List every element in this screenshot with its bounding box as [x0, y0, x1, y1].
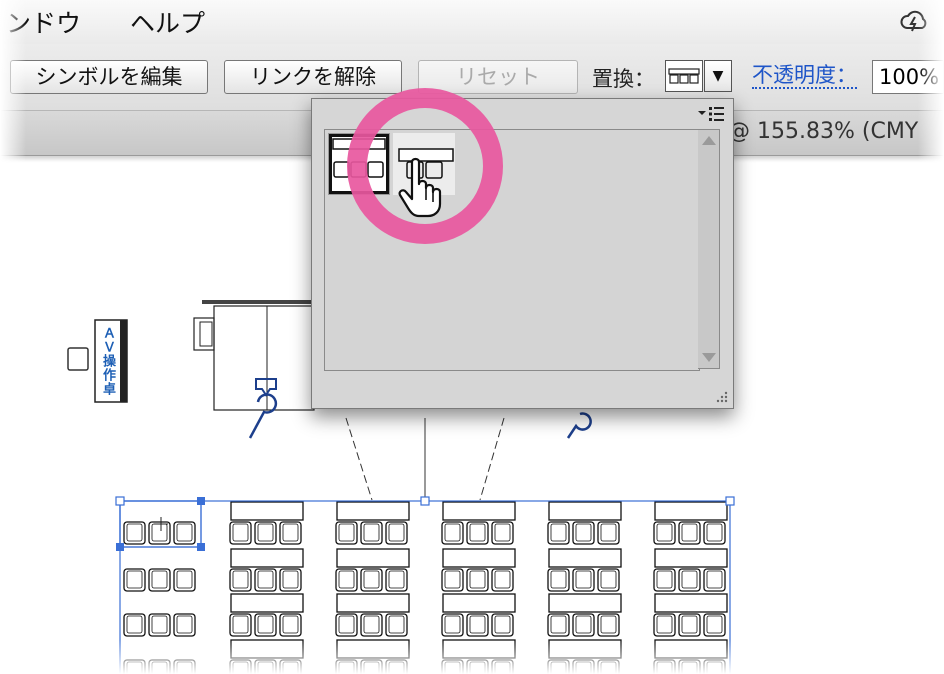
seat-row-instance[interactable] [653, 639, 728, 674]
menu-bar: ンドウ ヘルプ [0, 0, 944, 44]
seat-row-instance[interactable] [335, 639, 410, 674]
seat-row-instance[interactable] [123, 659, 196, 674]
seat-row-instance[interactable] [229, 593, 304, 637]
selection-bounds [119, 500, 731, 674]
seat-row-swatch-icon [668, 68, 700, 84]
seat-row-instance[interactable] [441, 639, 516, 674]
opacity-link[interactable]: 不透明度： [752, 63, 857, 89]
edit-symbol-button[interactable]: シンボルを編集 [10, 60, 208, 94]
seat-row-instance[interactable] [547, 639, 622, 674]
av-console-chair [67, 347, 89, 371]
replace-dropdown-button[interactable]: ▼ [704, 60, 732, 92]
seat-row-instance[interactable] [441, 501, 516, 545]
hand-pointer-cursor-icon [398, 157, 442, 218]
seat-row-instance[interactable] [547, 593, 622, 637]
seat-row-instance[interactable] [335, 548, 410, 592]
av-console-label: ＡＶ操作卓 [100, 326, 115, 396]
seat-row-instance[interactable] [653, 548, 728, 592]
seat-row-instance[interactable] [441, 548, 516, 592]
seat-row-instance[interactable] [653, 593, 728, 637]
menu-help[interactable]: ヘルプ [130, 4, 205, 40]
break-link-button[interactable]: リンクを解除 [224, 60, 402, 94]
replace-label: 置換： [592, 67, 655, 91]
scroll-up-arrow-icon[interactable] [702, 136, 716, 145]
panel-menu-icon[interactable] [697, 105, 725, 123]
seat-row-instance[interactable] [547, 548, 622, 592]
seat-row-instance[interactable] [335, 501, 410, 545]
document-title[interactable]: @ 155.83% (CMY [728, 119, 918, 144]
seat-row-instance[interactable] [123, 613, 196, 637]
seat-row-instance[interactable] [229, 639, 304, 674]
cloud-sync-icon[interactable] [898, 6, 930, 38]
resize-grip-icon[interactable] [713, 388, 729, 404]
seat-row-instance[interactable] [653, 501, 728, 545]
menu-window[interactable]: ンドウ [6, 4, 81, 40]
seat-row-instance[interactable] [229, 501, 304, 545]
chevron-down-icon: ▼ [712, 68, 724, 84]
seat-row-instance[interactable] [123, 521, 196, 545]
seat-row-instance[interactable] [123, 568, 196, 592]
scroll-down-arrow-icon[interactable] [702, 353, 716, 362]
seat-row-instance[interactable] [547, 501, 622, 545]
seat-blocks [123, 501, 728, 674]
seat-row-instance[interactable] [335, 593, 410, 637]
opacity-input[interactable]: 100% [872, 60, 944, 94]
seat-row-instance[interactable] [441, 593, 516, 637]
symbol-panel-scrollbar[interactable] [698, 129, 720, 369]
replace-symbol-swatch[interactable] [665, 60, 703, 92]
seat-row-instance[interactable] [229, 548, 304, 592]
